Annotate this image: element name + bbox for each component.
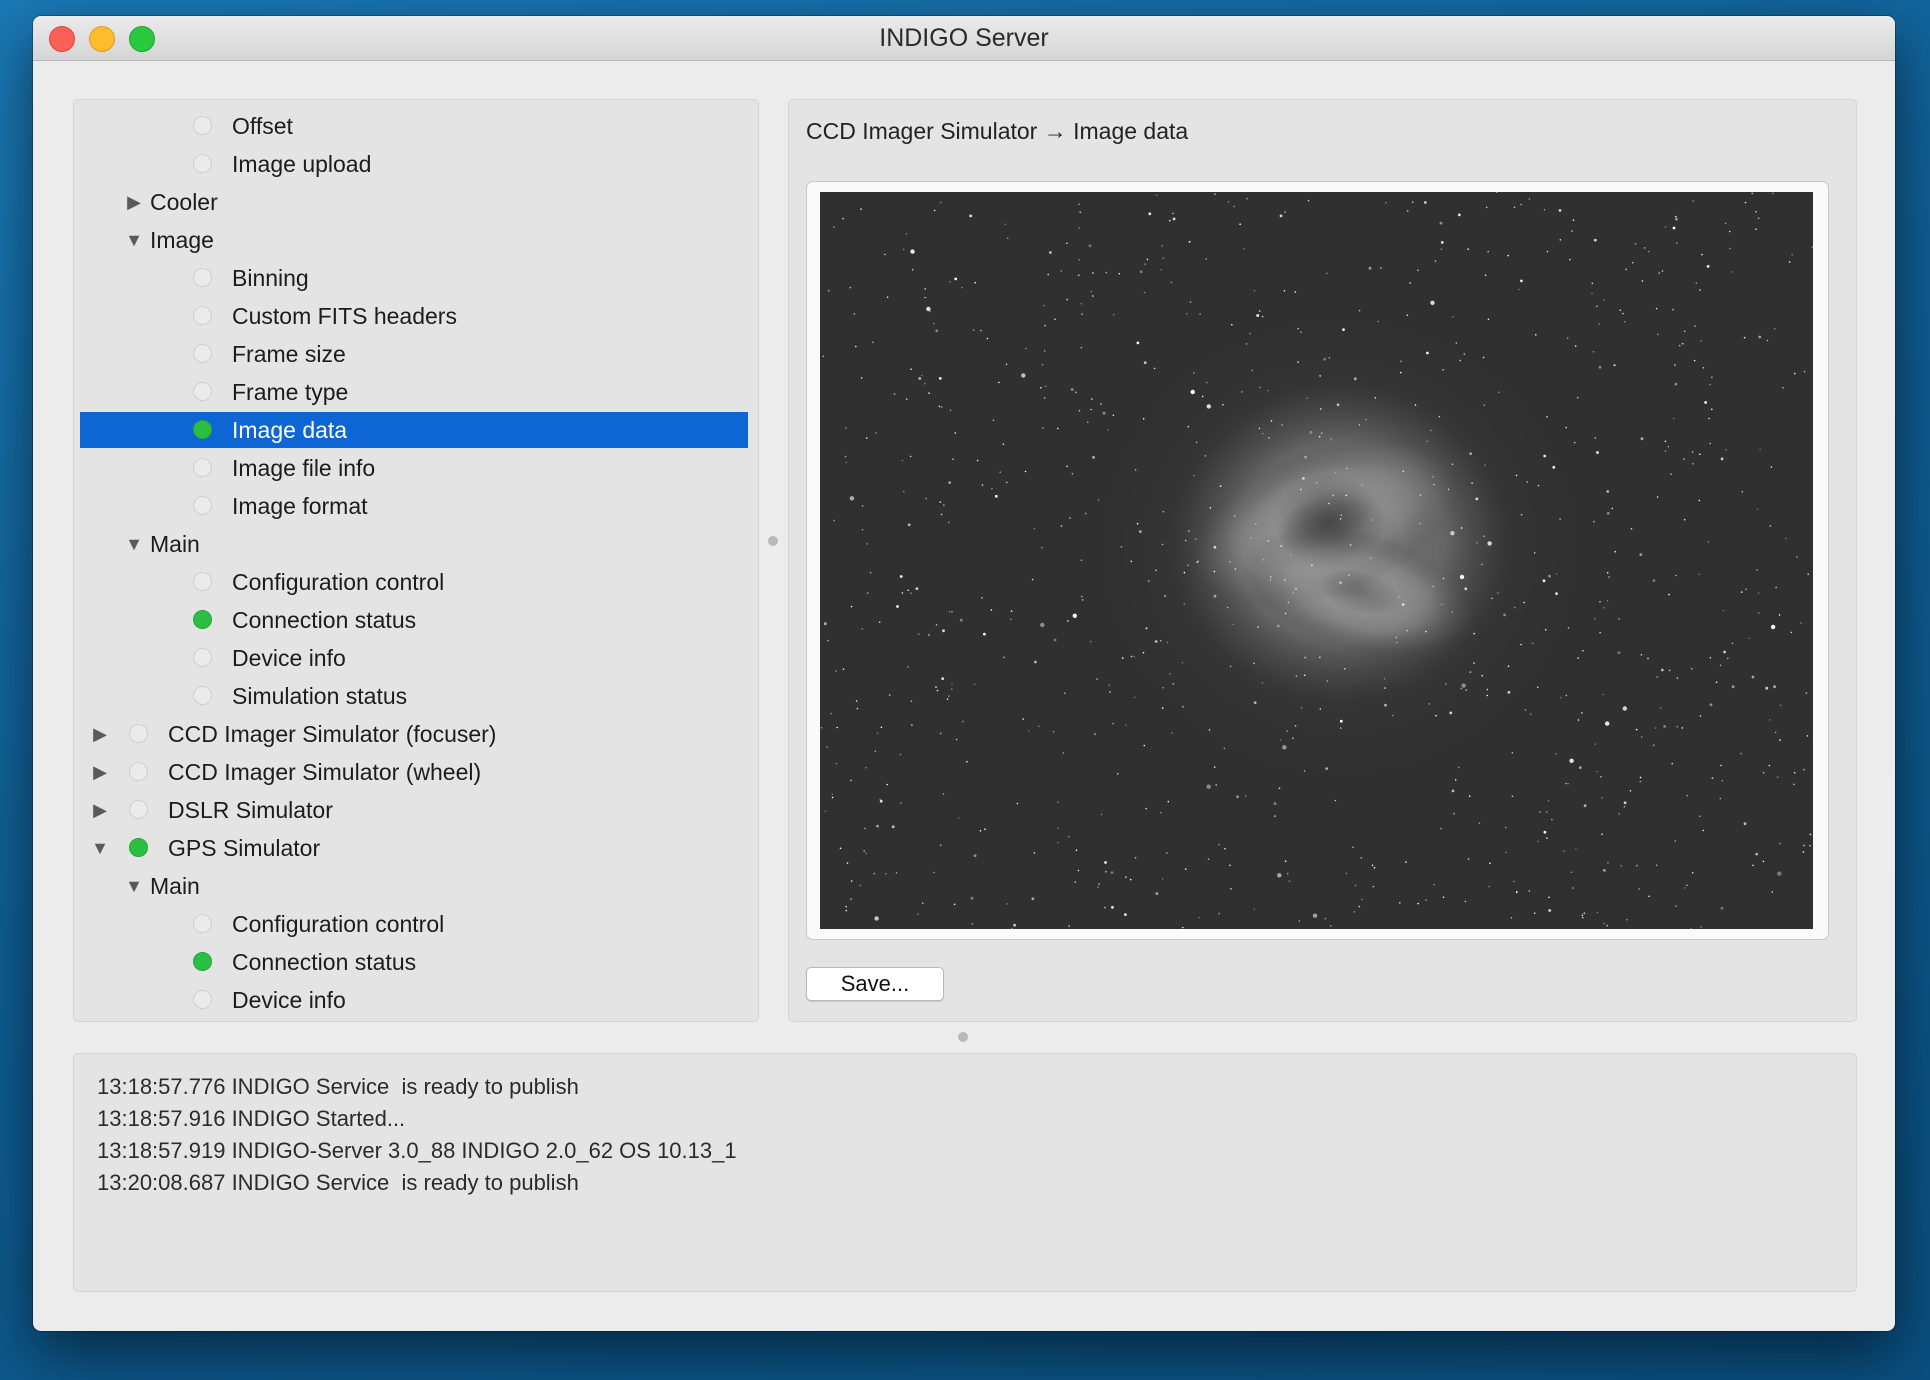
tree-row[interactable]: Offset (80, 108, 748, 144)
tree-row-label: Image file info (232, 455, 376, 481)
tree-row-label: Configuration control (232, 569, 445, 595)
triangle-right-icon[interactable]: ▶ (90, 792, 110, 828)
breadcrumb: CCD Imager Simulator → Image data (806, 118, 1189, 144)
tree-row-label: Configuration control (232, 911, 445, 937)
status-dot-icon (193, 382, 212, 401)
log-line: 13:18:57.776 INDIGO Service is ready to … (97, 1074, 579, 1099)
status-dot-icon (129, 838, 148, 857)
tree-row[interactable]: Device info (80, 640, 748, 676)
property-tree[interactable]: Offset Image upload ▶ Cooler ▼ Image Binning Cu… (73, 99, 759, 1022)
tree-row[interactable]: Configuration control (80, 564, 748, 600)
triangle-down-icon[interactable]: ▼ (124, 868, 144, 904)
status-dot-icon (193, 686, 212, 705)
tree-row-label: Image format (232, 493, 368, 519)
horizontal-splitter-handle[interactable] (958, 1032, 968, 1042)
status-dot-icon (193, 496, 212, 515)
title-bar: INDIGO Server (33, 16, 1895, 61)
tree-row[interactable]: ▶ DSLR Simulator (80, 792, 748, 828)
log-panel: 13:18:57.776 INDIGO Service is ready to … (73, 1053, 1857, 1292)
tree-row[interactable]: Frame size (80, 336, 748, 372)
status-dot-icon (193, 990, 212, 1009)
tree-row[interactable]: Configuration control (80, 906, 748, 942)
status-dot-icon (193, 914, 212, 933)
tree-row[interactable]: Binning (80, 260, 748, 296)
tree-row-label: Frame type (232, 379, 349, 405)
status-dot-icon (193, 610, 212, 629)
tree-row-label: Simulation status (232, 683, 408, 709)
vertical-splitter-handle[interactable] (768, 536, 778, 546)
tree-row[interactable]: ▶ Cooler (80, 184, 748, 220)
tree-row[interactable]: Custom FITS headers (80, 298, 748, 334)
tree-row[interactable]: Image format (80, 488, 748, 524)
tree-row[interactable]: Connection status (80, 602, 748, 638)
tree-row-label: CCD Imager Simulator (wheel) (168, 759, 482, 785)
tree-row[interactable]: ▼ Main (80, 868, 748, 904)
tree-row[interactable]: ▶ CCD Imager Simulator (focuser) (80, 716, 748, 752)
status-dot-icon (129, 800, 148, 819)
status-dot-icon (193, 154, 212, 173)
tree-row-label: Device info (232, 645, 346, 671)
detail-panel: CCD Imager Simulator → Image data Save..… (788, 99, 1857, 1022)
status-dot-icon (193, 344, 212, 363)
tree-row[interactable]: Device info (80, 982, 748, 1018)
tree-row-label: Custom FITS headers (232, 303, 457, 329)
status-dot-icon (129, 762, 148, 781)
tree-row-label: Binning (232, 265, 309, 291)
tree-row-label: Offset (232, 113, 293, 139)
triangle-down-icon[interactable]: ▼ (124, 222, 144, 258)
tree-row-label: Image (150, 227, 214, 253)
tree-row[interactable]: Frame type (80, 374, 748, 410)
status-dot-icon (193, 306, 212, 325)
status-dot-icon (193, 458, 212, 477)
tree-row[interactable]: ▼ GPS Simulator (80, 830, 748, 866)
tree-row[interactable]: Simulation status (80, 678, 748, 714)
tree-row[interactable]: Image data (80, 412, 748, 448)
tree-row[interactable]: Image upload (80, 146, 748, 182)
tree-row-label: DSLR Simulator (168, 797, 333, 823)
tree-row-label: CCD Imager Simulator (focuser) (168, 721, 497, 747)
tree-row-label: Frame size (232, 341, 346, 367)
save-button[interactable]: Save... (806, 967, 944, 1001)
tree-row[interactable]: Image file info (80, 450, 748, 486)
log-line: 13:20:08.687 INDIGO Service is ready to … (97, 1170, 579, 1195)
app-window: INDIGO Server Offset Image upload ▶ Cooler ▼… (33, 16, 1895, 1331)
tree-row-label: Main (150, 873, 200, 899)
tree-row-label: Image data (232, 417, 348, 443)
tree-row-label: Cooler (150, 189, 218, 215)
status-dot-icon (193, 268, 212, 287)
tree-row-label: Main (150, 531, 200, 557)
triangle-right-icon[interactable]: ▶ (90, 716, 110, 752)
log-line: 13:18:57.916 INDIGO Started... (97, 1106, 406, 1131)
window-title: INDIGO Server (879, 24, 1049, 52)
status-dot-icon (193, 116, 212, 135)
tree-row[interactable]: ▼ Image (80, 222, 748, 258)
status-dot-icon (193, 572, 212, 591)
triangle-down-icon[interactable]: ▼ (124, 526, 144, 562)
triangle-right-icon[interactable]: ▶ (124, 184, 144, 220)
log-line: 13:18:57.919 INDIGO-Server 3.0_88 INDIGO… (97, 1138, 737, 1163)
tree-row[interactable]: ▼ Main (80, 526, 748, 562)
status-dot-icon (193, 952, 212, 971)
tree-row-label: GPS Simulator (168, 835, 321, 861)
tree-row[interactable]: ▶ CCD Imager Simulator (wheel) (80, 754, 748, 790)
status-dot-icon (129, 724, 148, 743)
triangle-down-icon[interactable]: ▼ (90, 830, 110, 866)
status-dot-icon (193, 648, 212, 667)
tree-row[interactable]: Connection status (80, 944, 748, 980)
tree-row-label: Connection status (232, 607, 417, 633)
triangle-right-icon[interactable]: ▶ (90, 754, 110, 790)
ccd-image-preview (820, 192, 1813, 929)
tree-row-label: Image upload (232, 151, 372, 177)
status-dot-icon (193, 420, 212, 439)
tree-row-label: Device info (232, 987, 346, 1013)
image-viewer (806, 181, 1829, 940)
tree-row-label: Connection status (232, 949, 417, 975)
